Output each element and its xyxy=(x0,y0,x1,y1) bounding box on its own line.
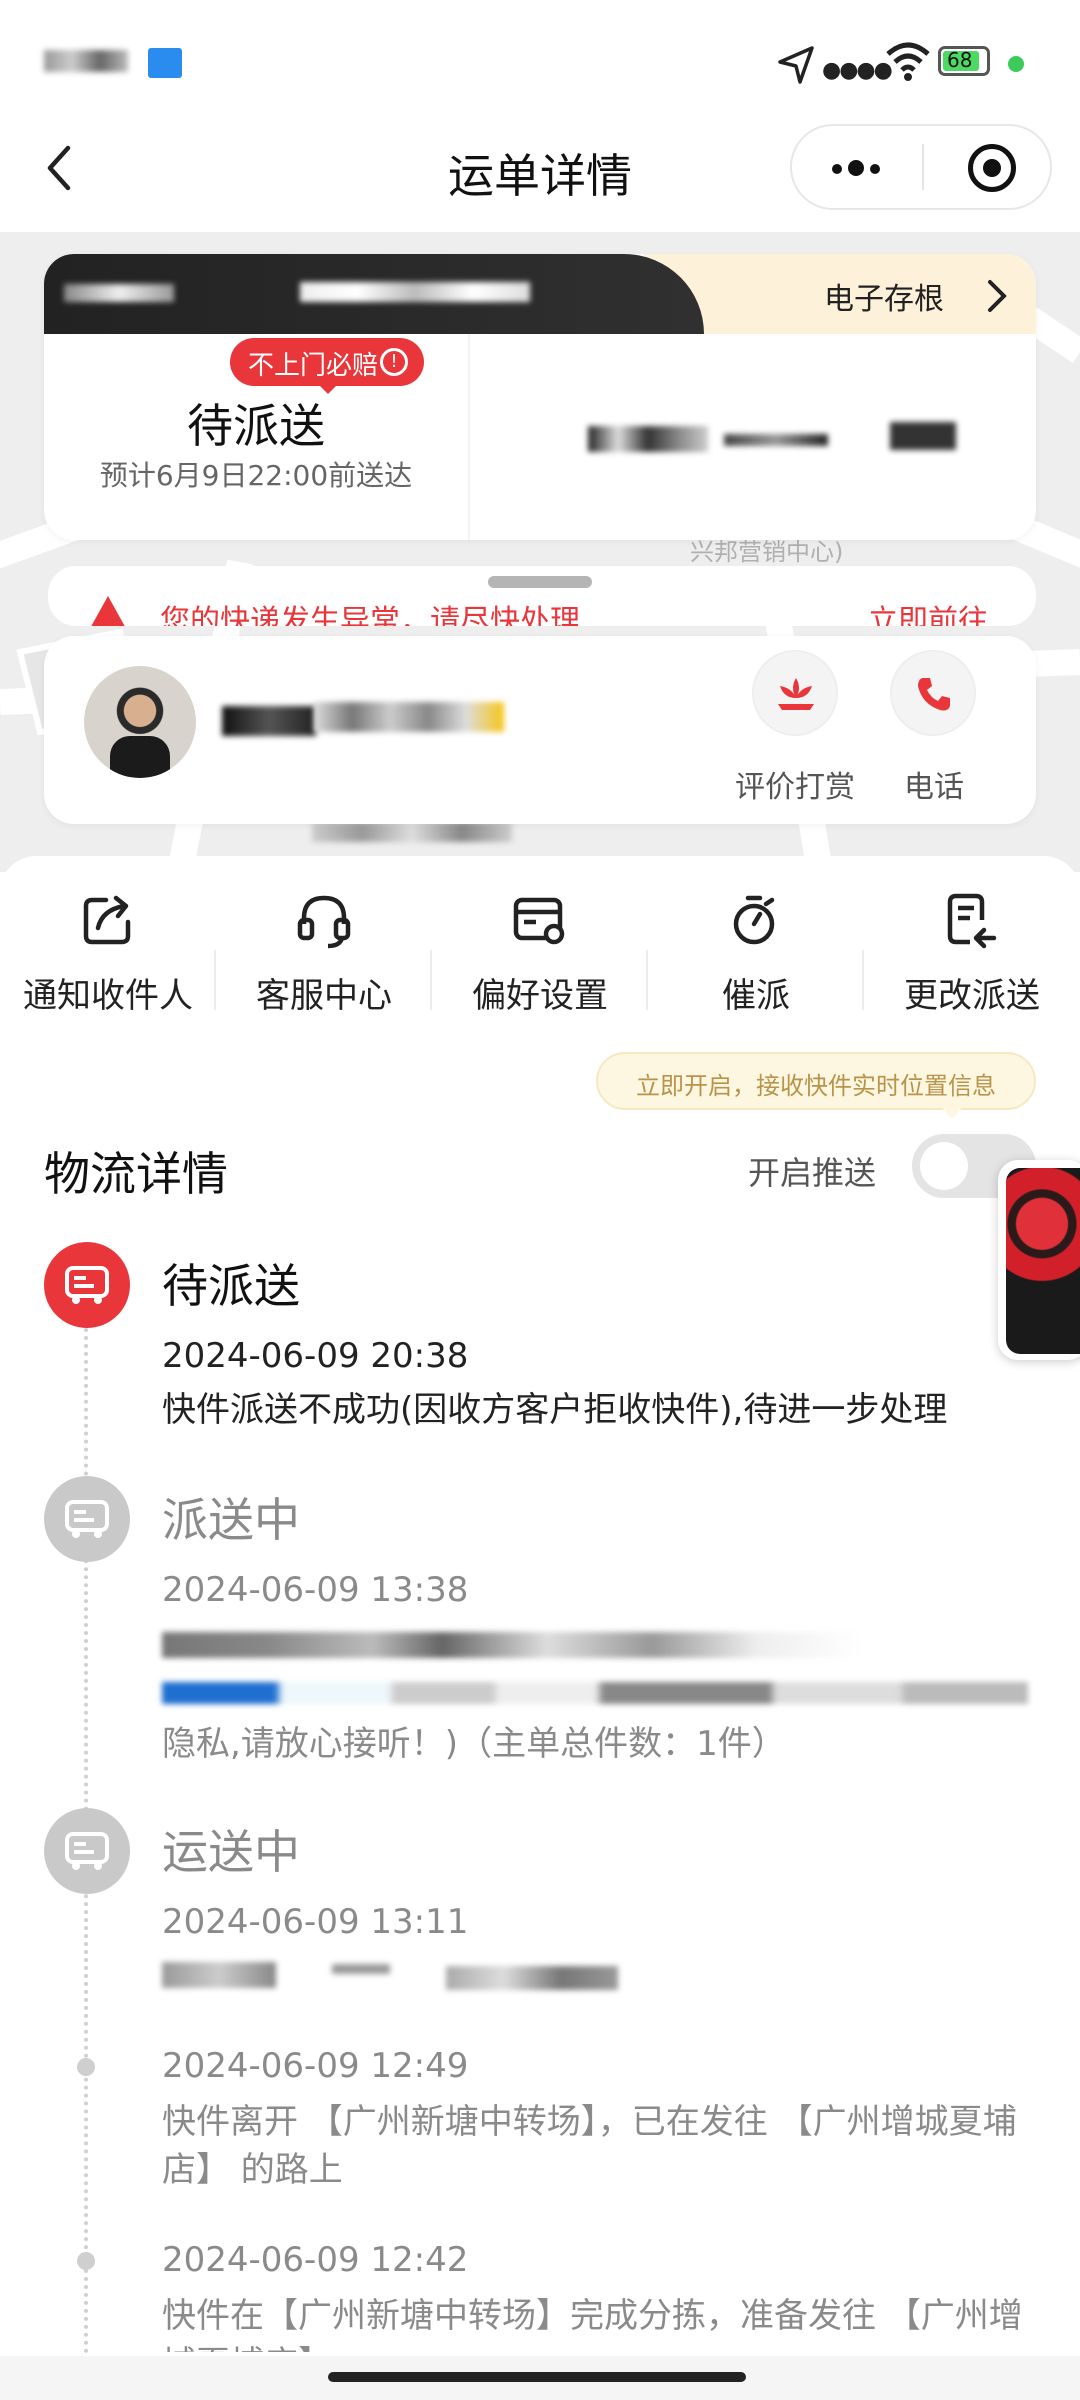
event-text: 快件离开 【广州新塘中转场】，已在发往 【广州增城夏埔店】 的路上 xyxy=(162,2102,1017,2190)
guarantee-badge[interactable]: 不上门必赔 ! xyxy=(230,338,424,394)
alert-action-link[interactable]: 立即前往 xyxy=(868,596,988,626)
lotus-icon xyxy=(778,678,814,710)
event-status: 待派送 xyxy=(162,1259,300,1313)
notify-recipient-button[interactable]: 通知收件人 xyxy=(0,890,216,1020)
drag-handle[interactable] xyxy=(488,576,592,588)
waybill-banner xyxy=(44,254,704,334)
action-label: 催派 xyxy=(722,976,790,1016)
timeline-icon-delivering xyxy=(44,1476,130,1562)
stub-label: 电子存根 xyxy=(824,282,944,317)
event-text: 快件派送不成功(因收方客户拒收快件),待进一步处理 xyxy=(162,1390,948,1430)
event-time: 2024-06-09 12:49 xyxy=(162,2046,469,2086)
avatar xyxy=(84,666,196,778)
route-info-2 xyxy=(724,434,828,446)
event-status: 运送中 xyxy=(162,1825,300,1879)
event-time: 2024-06-09 12:42 xyxy=(162,2240,469,2280)
courier-name xyxy=(222,706,316,736)
location-arrow-icon xyxy=(778,46,814,84)
electronic-stub-link[interactable]: 电子存根 xyxy=(824,274,1024,318)
event-text: 隐私,请放心接听！)（主单总件数：1件） xyxy=(162,1724,786,1764)
push-tip-text: 立即开启，接收快件实时位置信息 xyxy=(636,1072,996,1100)
customer-service-button[interactable]: 客服中心 xyxy=(216,890,432,1020)
delivery-truck-icon xyxy=(65,1832,109,1870)
call-courier-button[interactable]: 电话 xyxy=(884,650,984,805)
guarantee-text: 不上门必赔 xyxy=(248,351,379,381)
waybill-label xyxy=(64,284,174,302)
event-status: 派送中 xyxy=(162,1493,300,1547)
warning-icon xyxy=(91,596,125,626)
settings-card-icon xyxy=(513,897,565,945)
event-time: 2024-06-09 13:11 xyxy=(162,1902,469,1942)
timeline-dot xyxy=(77,2252,95,2270)
event-time: 2024-06-09 13:38 xyxy=(162,1570,469,1610)
exception-alert[interactable]: 您的快递发生异常，请尽快处理 立即前往 xyxy=(48,566,1036,626)
delivery-truck-icon xyxy=(65,1266,109,1304)
route-info-3 xyxy=(890,422,956,450)
waybill-number xyxy=(300,282,530,302)
app-indicator-icon xyxy=(148,48,182,78)
preference-settings-button[interactable]: 偏好设置 xyxy=(432,890,648,1020)
chevron-right-icon xyxy=(988,280,1007,312)
share-icon xyxy=(83,895,131,945)
timeline-dot xyxy=(77,2058,95,2076)
redacted-event-line xyxy=(162,1962,276,1988)
event-text: 快件在【广州新塘中转场】完成分拣，准备发往 【广州增城夏埔店】 xyxy=(162,2296,1023,2352)
stopwatch-icon xyxy=(733,895,775,945)
delivery-status: 待派送 xyxy=(187,399,325,453)
push-tip-bubble[interactable]: 立即开启，接收快件实时位置信息 xyxy=(596,1052,1036,1118)
rate-label: 评价打赏 xyxy=(735,770,855,805)
phone-label: 电话 xyxy=(904,770,964,805)
close-program-icon[interactable] xyxy=(968,144,1016,192)
timeline-icon-current xyxy=(44,1242,130,1328)
action-label: 客服中心 xyxy=(256,976,392,1016)
status-card[interactable]: 电子存根 不上门必赔 ! 待派送 预计6月9日22:00前送达 xyxy=(44,254,1036,540)
edit-return-icon xyxy=(947,893,997,949)
courier-id xyxy=(314,702,504,732)
logistics-title: 物流详情 xyxy=(44,1147,228,1201)
info-circle-icon: ! xyxy=(380,348,408,376)
redacted-event-line xyxy=(162,1682,1028,1704)
phone-icon xyxy=(918,678,950,711)
timeline-icon-transit xyxy=(44,1808,130,1894)
home-indicator[interactable] xyxy=(328,2372,746,2382)
action-label: 更改派送 xyxy=(904,976,1040,1016)
headset-icon xyxy=(297,895,351,949)
mini-program-capsule xyxy=(790,124,1052,210)
map-blurred-label xyxy=(312,822,512,842)
push-label: 开启推送 xyxy=(748,1154,877,1192)
more-options-icon[interactable] xyxy=(828,146,908,190)
route-info xyxy=(588,426,708,452)
redacted-event-line xyxy=(446,1966,618,1990)
status-dot-icon xyxy=(1008,56,1024,72)
redacted-event-line xyxy=(332,1964,390,1974)
event-time: 2024-06-09 20:38 xyxy=(162,1336,469,1376)
signal-icon: ●●●● xyxy=(822,58,893,83)
redacted-event-line xyxy=(162,1632,862,1658)
action-label: 偏好设置 xyxy=(472,976,608,1016)
promo-floating-ad[interactable] xyxy=(998,1160,1080,1360)
status-bar: ●●●● 68 xyxy=(0,0,1080,120)
carrier-info xyxy=(44,50,128,72)
rate-tip-button[interactable]: 评价打赏 xyxy=(735,650,855,805)
courier-card: 评价打赏 电话 xyxy=(44,636,1036,824)
wifi-icon xyxy=(886,42,930,81)
eta-text: 预计6月9日22:00前送达 xyxy=(99,459,413,492)
change-delivery-button[interactable]: 更改派送 xyxy=(864,890,1080,1020)
delivery-truck-icon xyxy=(65,1500,109,1538)
battery-icon: 68 xyxy=(938,46,990,76)
urge-delivery-button[interactable]: 催派 xyxy=(648,890,864,1020)
alert-text: 您的快递发生异常，请尽快处理 xyxy=(160,604,580,626)
battery-level: 68 xyxy=(947,48,973,72)
action-label: 通知收件人 xyxy=(23,976,193,1016)
